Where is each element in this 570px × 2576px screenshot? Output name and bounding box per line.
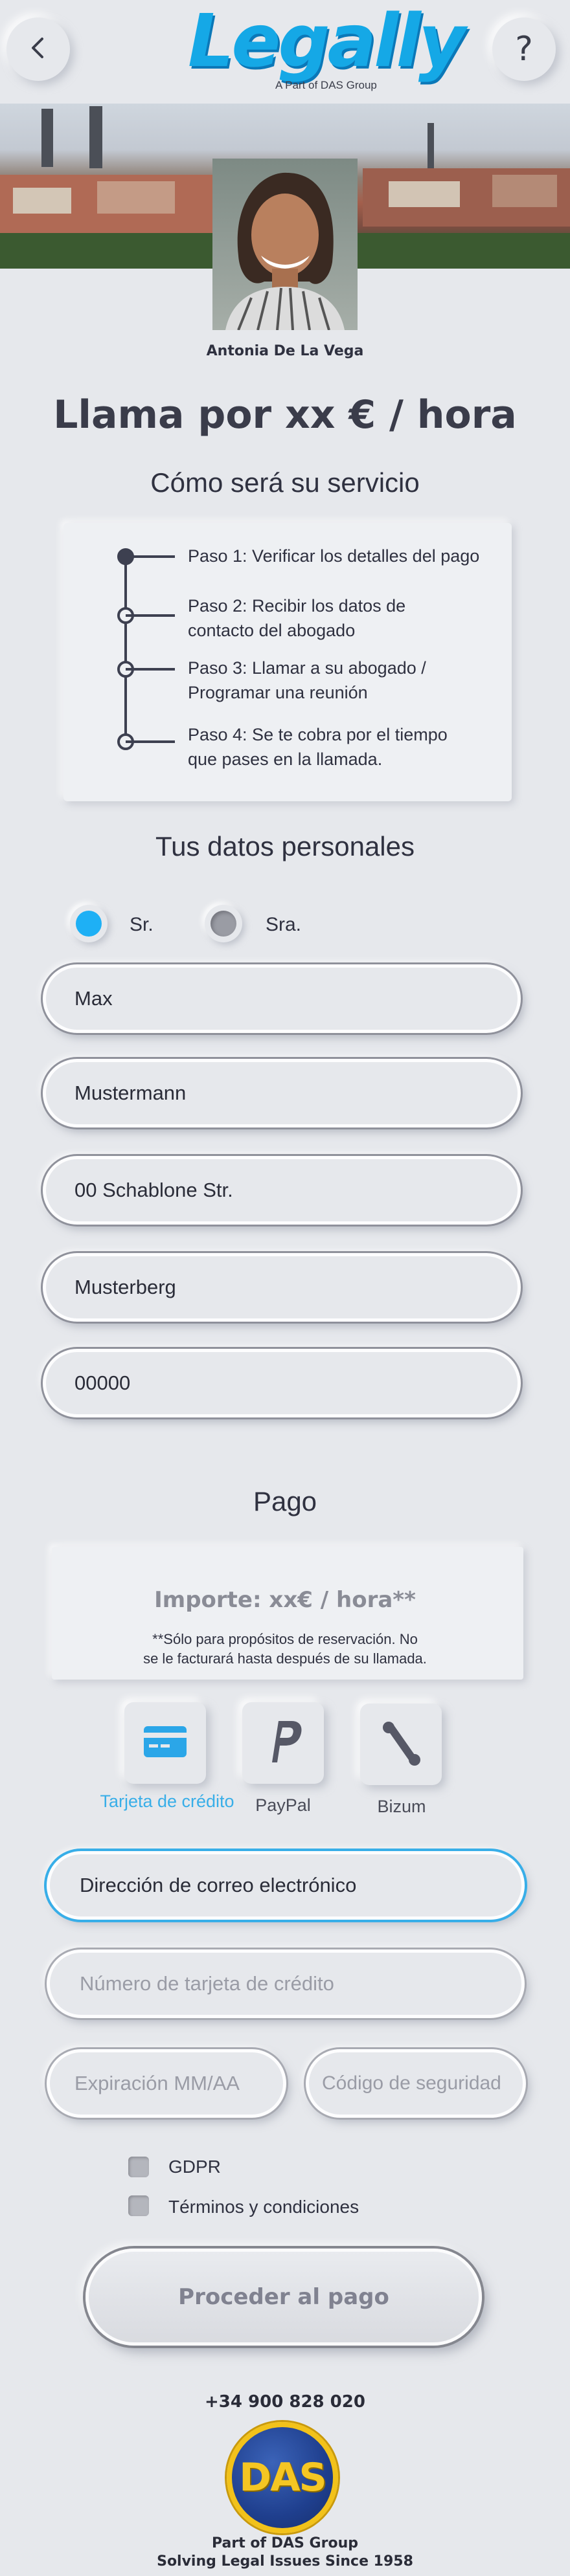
step-1: Paso 1: Verificar los detalles del pago (188, 544, 479, 568)
step-2: Paso 2: Recibir los datos de contacto de… (188, 594, 405, 643)
personal-data-title: Tus datos personales (155, 831, 415, 861)
lawyer-name: Antonia De La Vega (206, 343, 364, 359)
price-note: **Sólo para propósitos de reservación. N… (0, 1630, 570, 1669)
bizum-label: Bizum (377, 1797, 426, 1816)
terms-label: Términos y condiciones (168, 2197, 359, 2217)
legally-logo: Legally A Part of DAS Group (188, 5, 466, 96)
step-connector (126, 668, 175, 671)
steps-timeline (124, 555, 127, 744)
footer-line-2: Solving Legal Issues Since 1958 (157, 2553, 413, 2570)
chevron-left-icon (25, 35, 51, 64)
footer-tagline: Part of DAS Group Solving Legal Issues S… (0, 2535, 570, 2571)
question-icon: ? (515, 30, 533, 69)
street-input[interactable]: 00 Schablone Str. (43, 1156, 521, 1225)
step-connector (126, 740, 175, 743)
credit-card-icon (142, 1725, 188, 1762)
das-logo: DAS (227, 2422, 338, 2533)
bizum-icon (378, 1720, 424, 1770)
step-3: Paso 3: Llamar a su abogado / Programar … (188, 656, 426, 705)
step-2-line: contacto del abogado (188, 621, 356, 640)
card-number-input[interactable]: Número de tarjeta de crédito (47, 1949, 525, 2018)
logo-subtitle: A Part of DAS Group (275, 79, 377, 91)
step-4-line: que pases en la llamada. (188, 749, 383, 769)
step-4-line: Paso 4: Se te cobra por el tiempo (188, 725, 448, 744)
back-button[interactable] (6, 17, 70, 81)
postal-code-input[interactable]: 00000 (43, 1349, 521, 1417)
footer-line-1: Part of DAS Group (212, 2535, 358, 2551)
help-button[interactable]: ? (492, 17, 556, 81)
bizum-option[interactable] (360, 1704, 442, 1785)
radio-sra-label: Sra. (266, 914, 302, 935)
step-4: Paso 4: Se te cobra por el tiempo que pa… (188, 722, 448, 772)
step-3-line: Paso 3: Llamar a su abogado / (188, 658, 426, 678)
lawyer-avatar (212, 159, 358, 330)
price-note-line: se le facturará hasta después de su llam… (143, 1650, 427, 1667)
last-name-input[interactable]: Mustermann (43, 1059, 521, 1127)
steps-title: Cómo será su servicio (150, 467, 420, 498)
step-2-line: Paso 2: Recibir los datos de (188, 596, 406, 616)
city-input[interactable]: Musterberg (43, 1253, 521, 1322)
step-connector (126, 614, 175, 617)
paypal-option[interactable] (242, 1702, 324, 1784)
gdpr-label: GDPR (168, 2157, 221, 2177)
terms-checkbox[interactable] (128, 2195, 149, 2216)
step-3-line: Programar una reunión (188, 683, 368, 702)
gdpr-checkbox[interactable] (128, 2157, 149, 2177)
step-connector (126, 555, 175, 558)
paypal-icon (263, 1718, 303, 1768)
paypal-label: PayPal (255, 1795, 311, 1815)
email-input[interactable]: Dirección de correo electrónico (47, 1851, 525, 1920)
payment-title: Pago (253, 1486, 317, 1516)
price-note-line: **Sólo para propósitos de reservación. N… (152, 1631, 418, 1647)
credit-card-option[interactable] (124, 1702, 206, 1784)
radio-sra[interactable] (205, 905, 242, 942)
proceed-to-payment-button[interactable]: Proceder al pago (86, 2248, 482, 2346)
radio-sr[interactable] (70, 905, 108, 942)
logo-wordmark: Legally (188, 0, 466, 83)
security-code-input[interactable]: Código de seguridad (306, 2049, 526, 2118)
first-name-input[interactable]: Max (43, 964, 521, 1033)
phone-number[interactable]: +34 900 828 020 (0, 2392, 570, 2412)
price-amount: Importe: xx€ / hora** (154, 1587, 416, 1613)
expiry-input[interactable]: Expiración MM/AA (47, 2049, 286, 2118)
das-logo-text: DAS (239, 2455, 326, 2500)
radio-sr-label: Sr. (130, 914, 154, 935)
price-headline: Llama por xx € / hora (53, 392, 517, 438)
step-1-line: Paso 1: Verificar los detalles del pago (188, 546, 480, 566)
